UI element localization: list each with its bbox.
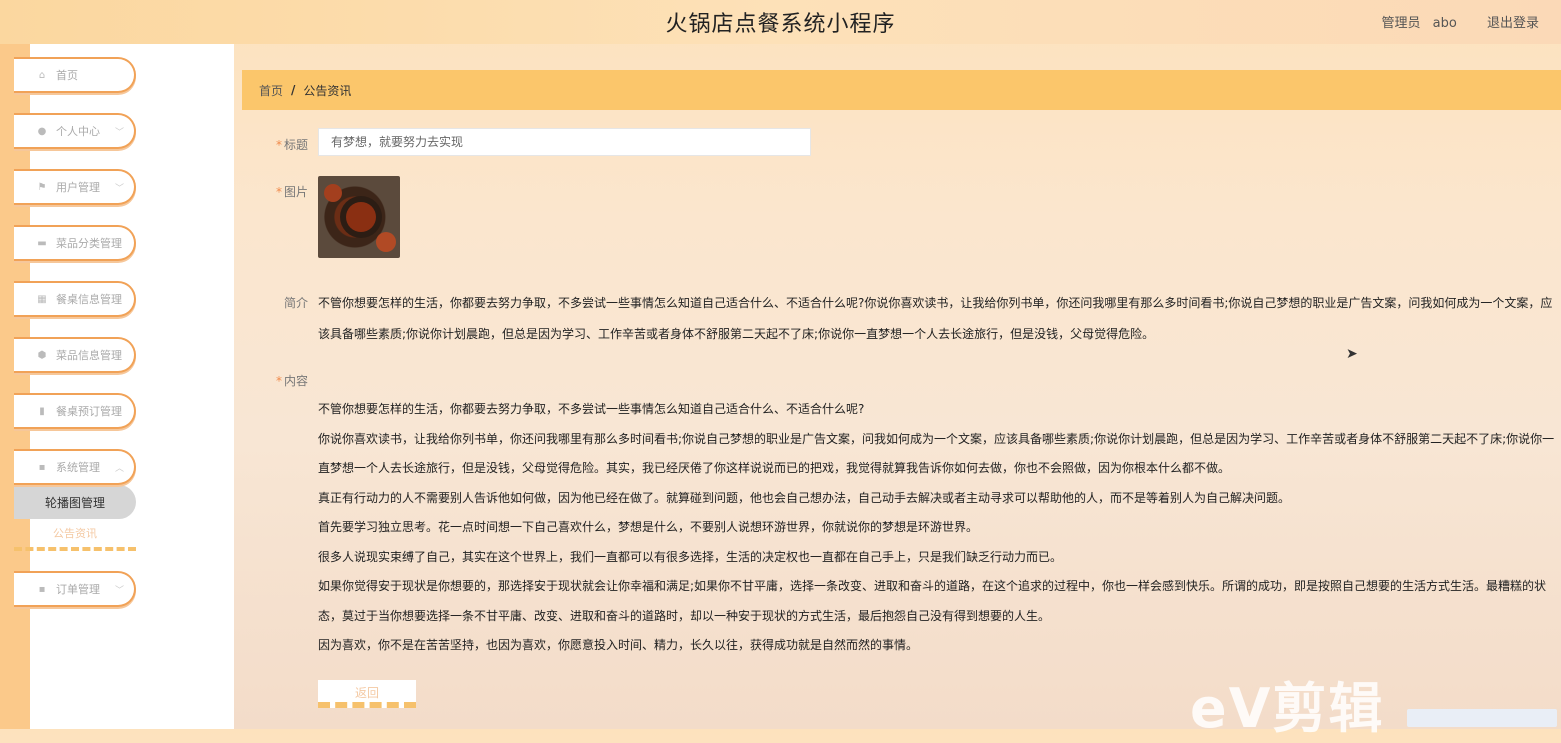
breadcrumb-separator: /: [291, 83, 296, 97]
shield-icon: ⬢: [37, 349, 47, 361]
sidebar-item-table-info[interactable]: ▦ 餐桌信息管理: [14, 281, 136, 317]
system-tray: [1407, 709, 1557, 727]
content-paragraph: 你说你喜欢读书，让我给你列书单，你还问我哪里有那么多时间看书;你说自己梦想的职业…: [318, 431, 1555, 476]
sidebar-item-label: 订单管理: [56, 583, 100, 596]
sidebar-item-orders[interactable]: ▪ 订单管理 ﹀: [14, 571, 136, 607]
chevron-down-icon: ﹀: [114, 585, 124, 596]
sidebar-item-profile[interactable]: ● 个人中心 ﹀: [14, 113, 136, 149]
grid-icon: ▦: [37, 293, 47, 305]
sidebar-item-table-booking[interactable]: ▮ 餐桌预订管理: [14, 393, 136, 429]
breadcrumb-current: 公告资讯: [303, 83, 352, 98]
content-paragraph: 如果你觉得安于现状是你想要的，那选择安于现状就会让你幸福和满足;如果你不甘平庸，…: [318, 579, 1547, 623]
chevron-down-icon: ﹀: [114, 183, 124, 194]
sidebar-item-label: 系统管理: [56, 461, 100, 474]
content-label: * 内容: [275, 374, 308, 388]
mouse-cursor-icon: ➤: [1346, 346, 1358, 362]
sidebar-item-dish-info[interactable]: ⬢ 菜品信息管理: [14, 337, 136, 373]
top-bar: 火锅店点餐系统小程序 管理员 abo 退出登录: [0, 0, 1561, 44]
flag-icon: ⚑: [37, 181, 47, 193]
home-icon: ⌂: [38, 69, 46, 81]
watermark-logo: eV剪辑: [1190, 677, 1385, 740]
sidebar-item-label: 菜品分类管理: [56, 237, 122, 250]
user-icon: ●: [37, 125, 47, 137]
back-button[interactable]: 返回: [318, 680, 416, 708]
sidebar-item-home[interactable]: ⌂ 首页: [14, 57, 136, 93]
sidebar-item-label: 个人中心: [56, 125, 100, 138]
sidebar-item-users[interactable]: ⚑ 用户管理 ﹀: [14, 169, 136, 205]
chevron-down-icon: ﹀: [114, 127, 124, 138]
sidebar-item-label: 菜品信息管理: [56, 349, 122, 362]
content-paragraph: 真正有行动力的人不需要别人告诉他如何做，因为他已经在做了。就算碰到问题，他也会自…: [318, 490, 1291, 505]
content-body: 不管你想要怎样的生活，你都要去努力争取，不多尝试一些事情怎么知道自己适合什么、不…: [318, 395, 1558, 661]
title-label: * 标题: [275, 138, 308, 152]
sidebar-item-label: 用户管理: [56, 181, 100, 194]
intro-label: 简介: [283, 296, 308, 310]
sidebar-menu: ⌂ 首页 ● 个人中心 ﹀ ⚑ 用户管理 ﹀ ▬ 菜品分类管理 ▦ 餐桌信息管理…: [14, 57, 136, 627]
app-title: 火锅店点餐系统小程序: [665, 12, 896, 37]
submenu-item-carousel[interactable]: 轮播图管理: [14, 485, 136, 519]
user-role: 管理员: [1381, 16, 1421, 31]
logout-link[interactable]: 退出登录: [1487, 16, 1539, 31]
title-input[interactable]: 有梦想，就要努力去实现: [318, 128, 811, 156]
content-paragraph: 首先要学习独立思考。花一点时间想一下自己喜欢什么，梦想是什么，不要别人说想环游世…: [318, 520, 979, 534]
submenu-item-announcements[interactable]: 公告资讯: [14, 519, 136, 551]
chat-icon: ▬: [37, 237, 47, 249]
content-paragraph: 因为喜欢，你不是在苦苦坚持，也因为喜欢，你愿意投入时间、精力，长久以往，获得成功…: [318, 638, 919, 652]
sidebar-item-system[interactable]: ▪ 系统管理 ︿: [14, 449, 136, 485]
main-content: 首页 / 公告资讯 * 标题 有梦想，就要努力去实现 * 图片 简介 不管你想要怎样…: [242, 70, 1561, 729]
username: abo: [1432, 16, 1457, 31]
content-paragraph: 不管你想要怎样的生活，你都要去努力争取，不多尝试一些事情怎么知道自己适合什么、不…: [318, 402, 865, 416]
image-label: * 图片: [275, 185, 308, 199]
breadcrumb: 首页 / 公告资讯: [242, 70, 1561, 110]
content-paragraph: 很多人说现实束缚了自己，其实在这个世界上，我们一直都可以有很多选择，生活的决定权…: [318, 549, 1063, 564]
system-submenu: 轮播图管理 公告资讯: [14, 485, 136, 551]
sidebar-item-label: 首页: [56, 69, 78, 82]
sidebar-item-label: 餐桌预订管理: [56, 405, 122, 418]
apps-icon: ▪: [38, 583, 46, 595]
breadcrumb-home[interactable]: 首页: [259, 82, 283, 99]
sidebar-item-label: 餐桌信息管理: [56, 293, 122, 306]
user-area: 管理员 abo 退出登录: [1374, 12, 1539, 31]
sidebar-item-dish-category[interactable]: ▬ 菜品分类管理: [14, 225, 136, 261]
bar-chart-icon: ▮: [39, 405, 45, 417]
announcement-image[interactable]: [318, 176, 400, 258]
chevron-up-icon: ︿: [114, 463, 124, 474]
apps-icon: ▪: [38, 461, 46, 473]
intro-text: 不管你想要怎样的生活，你都要去努力争取，不多尝试一些事情怎么知道自己适合什么、不…: [318, 296, 1553, 341]
